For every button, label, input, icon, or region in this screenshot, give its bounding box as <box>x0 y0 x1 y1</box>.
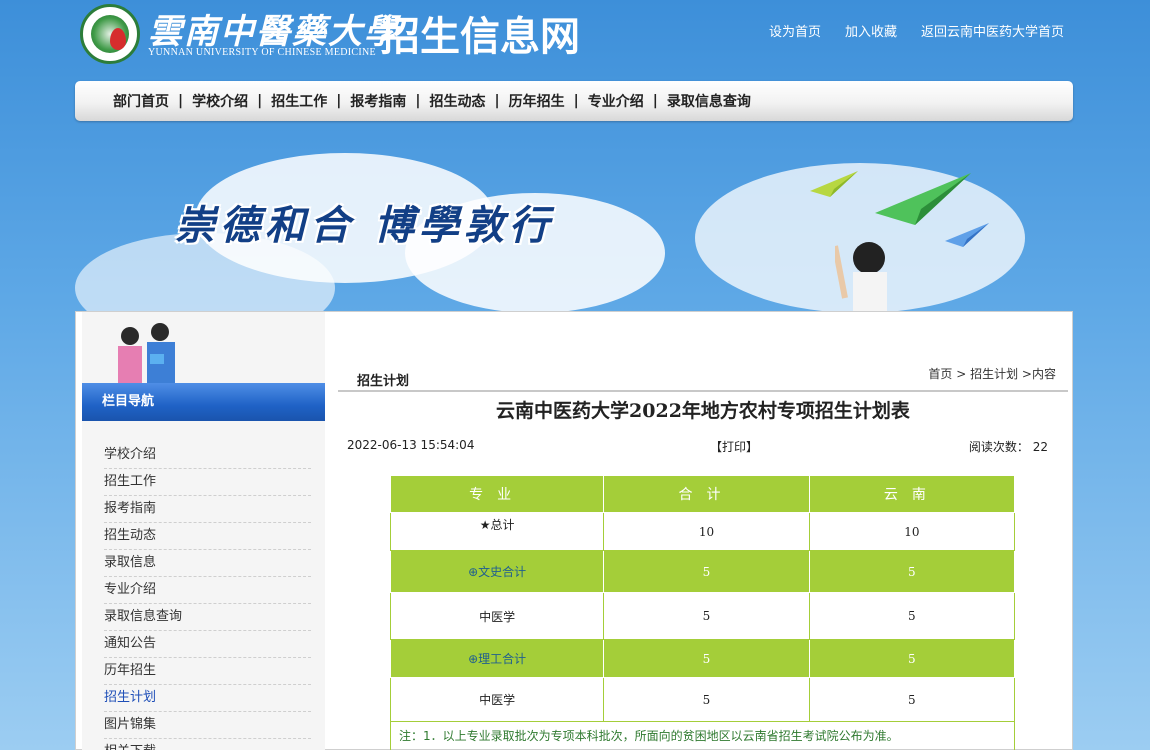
logo-english-name: YUNNAN UNIVERSITY OF CHINESE MEDICINE <box>148 47 376 58</box>
breadcrumb-admission-plan[interactable]: 招生计划 <box>970 367 1018 381</box>
table-header-yunnan: 云南 <box>808 475 1016 513</box>
sidebar-item-admission-work[interactable]: 招生工作 <box>104 469 311 496</box>
table-cell-total: 5 <box>603 592 810 640</box>
site-title: 招生信息网 <box>380 14 580 60</box>
table-cell-major[interactable]: ⊕理工合计 <box>389 639 605 678</box>
sidebar-item-result-query[interactable]: 录取信息查询 <box>104 604 311 631</box>
sidebar-heading: 栏目导航 <box>82 383 325 421</box>
table-header-total: 合计 <box>603 475 810 513</box>
article-title: 云南中医药大学2022年地方农村专项招生计划表 <box>496 400 910 422</box>
nav-item-majors[interactable]: 专业介绍 <box>588 91 644 111</box>
nav-item-admission-news[interactable]: 招生动态 <box>430 91 486 111</box>
table-cell-yunnan: 5 <box>808 677 1016 722</box>
top-links: 设为首页 加入收藏 返回云南中医药大学首页 <box>769 21 1064 40</box>
main-panel: 招生计划 首页 > 招生计划 >内容 云南中医药大学2022年地方农村专项招生计… <box>338 312 1068 750</box>
nav-item-exam-guide[interactable]: 报考指南 <box>350 91 406 111</box>
breadcrumb: 首页 > 招生计划 >内容 <box>928 367 1056 381</box>
sidebar-item-school-intro[interactable]: 学校介绍 <box>104 442 311 469</box>
breadcrumb-current: 内容 <box>1031 367 1056 381</box>
site-header: 雲南中醫藥大學 YUNNAN UNIVERSITY OF CHINESE MED… <box>0 0 1150 80</box>
main-nav: 部门首页 | 学校介绍 | 招生工作 | 报考指南 | 招生动态 | 历年招生 | 专业介绍… <box>75 81 1073 121</box>
logo-chinese-name: 雲南中醫藥大學 <box>148 12 400 52</box>
section-header: 招生计划 首页 > 招生计划 >内容 <box>338 364 1068 392</box>
table-note: 注：1．以上专业录取批次为专项本科批次，所面向的贫困地区以云南省招生考试院公布为… <box>390 717 1015 750</box>
table-row: ⊕文史合计 5 5 <box>389 550 1016 593</box>
view-count-value: 22 <box>1032 440 1048 454</box>
nav-item-past-admissions[interactable]: 历年招生 <box>509 91 565 111</box>
section-title: 招生计划 <box>357 374 410 389</box>
nav-item-school-intro[interactable]: 学校介绍 <box>192 91 248 111</box>
breadcrumb-home[interactable]: 首页 <box>928 367 952 381</box>
table-cell-major: 中医学 <box>389 592 605 640</box>
table-cell-yunnan: 5 <box>808 592 1016 640</box>
paper-plane-icon <box>875 173 971 225</box>
publish-date: 2022-06-13 15:54:04 <box>347 438 475 452</box>
sidebar-item-gallery[interactable]: 图片锦集 <box>104 712 311 739</box>
table-cell-total: 5 <box>603 677 810 722</box>
sidebar-menu: 学校介绍 招生工作 报考指南 招生动态 录取信息 专业介绍 录取信息查询 通知公… <box>104 442 311 750</box>
sidebar-item-downloads[interactable]: 相关下载 <box>104 739 311 750</box>
student-figure-icon <box>835 242 887 311</box>
university-home-link[interactable]: 返回云南中医药大学首页 <box>921 21 1064 40</box>
add-favorite-link[interactable]: 加入收藏 <box>845 21 897 40</box>
admission-plan-table: 专业 合计 云南 ★总计 10 10 ⊕文史合计 5 5 中医学 5 5 ⊕理工… <box>389 475 1016 722</box>
table-cell-yunnan: 5 <box>808 550 1016 593</box>
table-cell-major: ★总计 <box>389 512 605 551</box>
sidebar-item-exam-guide[interactable]: 报考指南 <box>104 496 311 523</box>
table-cell-major[interactable]: ⊕文史合计 <box>389 550 605 593</box>
sidebar: 栏目导航 学校介绍 招生工作 报考指南 招生动态 录取信息 专业介绍 录取信息查… <box>82 312 325 750</box>
table-cell-major: 中医学 <box>389 677 605 722</box>
students-illustration-icon <box>118 323 175 384</box>
sidebar-item-admission-news[interactable]: 招生动态 <box>104 523 311 550</box>
view-count: 阅读次数： 22 <box>969 438 1048 455</box>
table-row: ⊕理工合计 5 5 <box>389 639 1016 678</box>
content-area: 栏目导航 学校介绍 招生工作 报考指南 招生动态 录取信息 专业介绍 录取信息查… <box>75 311 1073 750</box>
table-cell-yunnan: 5 <box>808 639 1016 678</box>
nav-item-admission-work[interactable]: 招生工作 <box>271 91 327 111</box>
sidebar-item-admission-plan[interactable]: 招生计划 <box>104 685 311 712</box>
view-count-label: 阅读次数： <box>968 440 1029 454</box>
table-row: 中医学 5 5 <box>389 677 1016 722</box>
print-link[interactable]: 【打印】 <box>710 438 758 455</box>
table-cell-total: 10 <box>603 512 810 551</box>
nav-item-home[interactable]: 部门首页 <box>113 91 169 111</box>
sidebar-item-notices[interactable]: 通知公告 <box>104 631 311 658</box>
table-row: 中医学 5 5 <box>389 592 1016 640</box>
table-cell-total: 5 <box>603 639 810 678</box>
paper-plane-icon <box>810 171 858 197</box>
table-cell-yunnan: 10 <box>808 512 1016 551</box>
paper-plane-icon <box>945 223 989 247</box>
table-header-major: 专业 <box>389 475 605 513</box>
table-cell-total: 5 <box>603 550 810 593</box>
nav-item-result-query[interactable]: 录取信息查询 <box>667 91 751 111</box>
sidebar-item-admission-info[interactable]: 录取信息 <box>104 550 311 577</box>
table-row: ★总计 10 10 <box>389 512 1016 551</box>
sidebar-item-majors[interactable]: 专业介绍 <box>104 577 311 604</box>
banner-slogan: 崇德和合 博學敦行 <box>175 202 554 249</box>
sidebar-item-past-admissions[interactable]: 历年招生 <box>104 658 311 685</box>
set-homepage-link[interactable]: 设为首页 <box>769 21 821 40</box>
banner: 崇德和合 博學敦行 <box>75 123 1073 311</box>
university-emblem-icon <box>80 4 140 64</box>
